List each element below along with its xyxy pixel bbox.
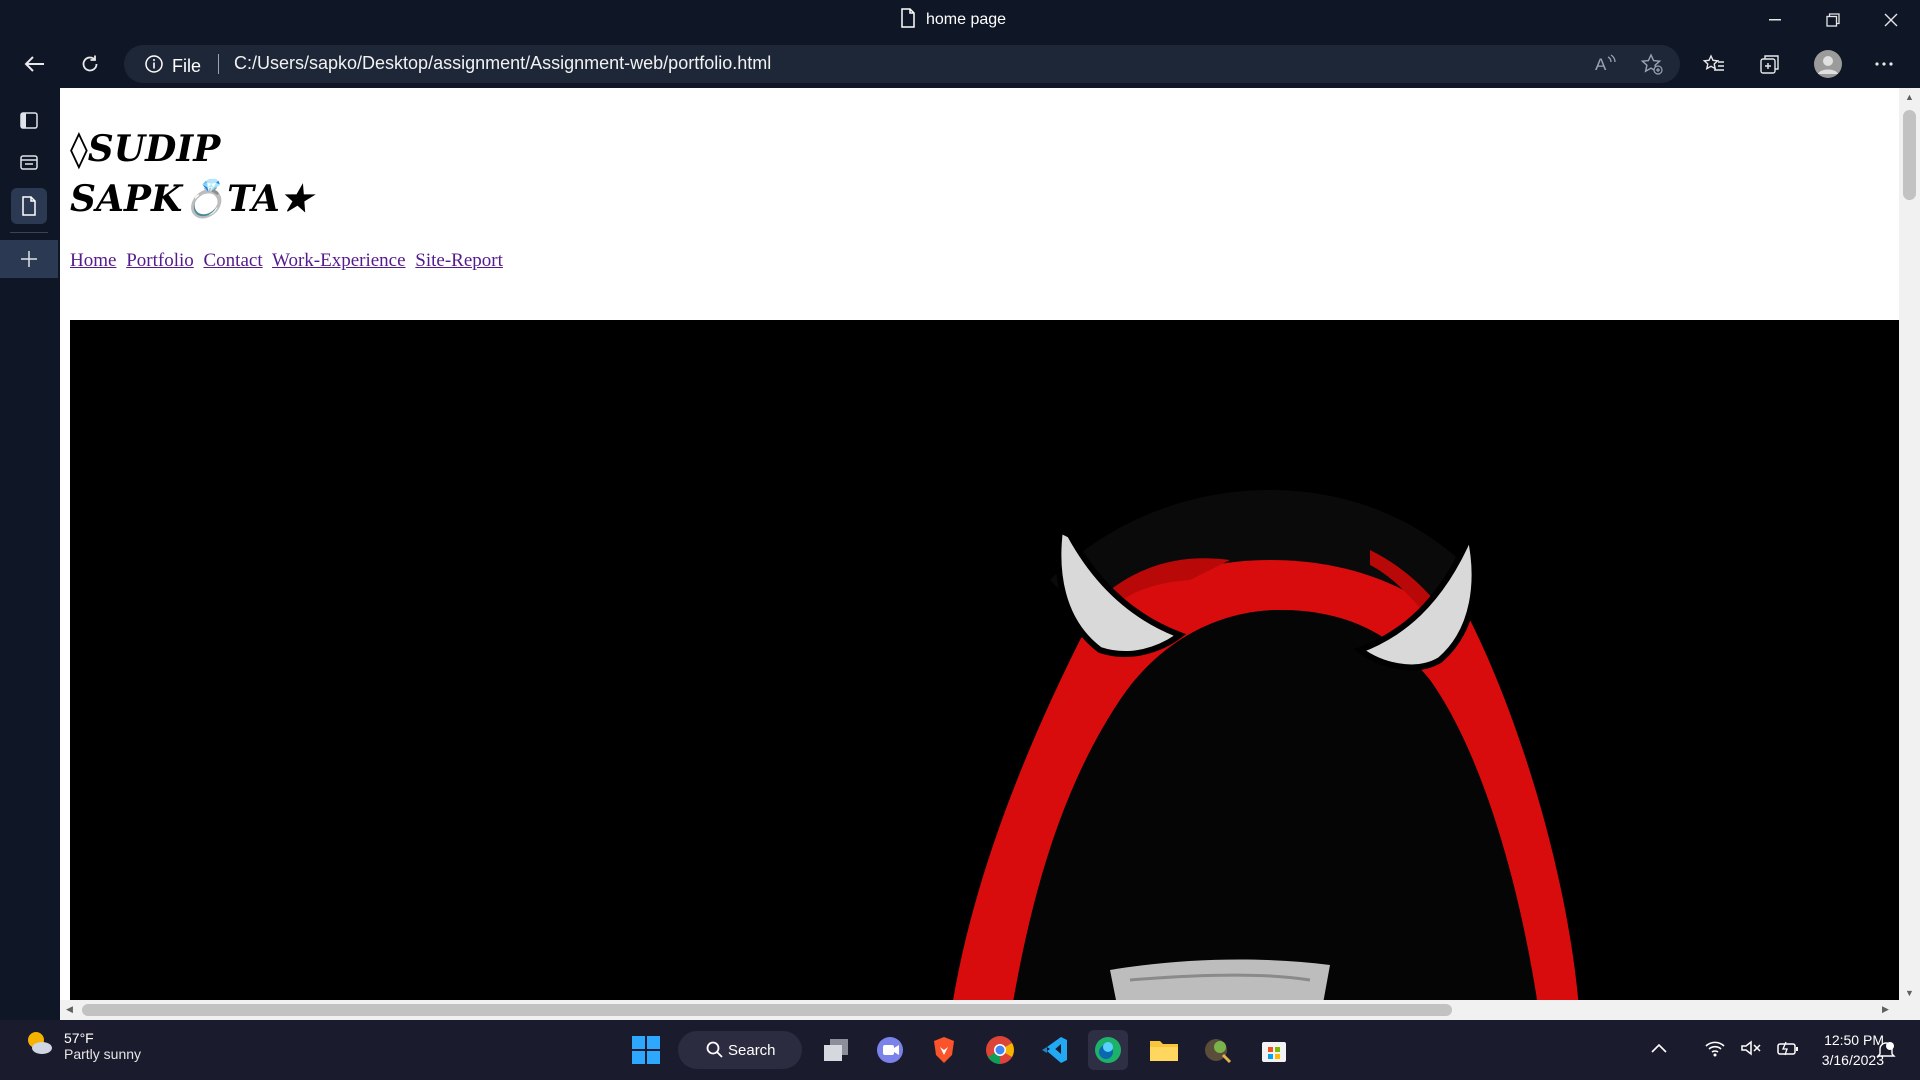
- system-clock[interactable]: 12:50 PM 3/16/2023: [1788, 1030, 1884, 1070]
- volume-muted-icon[interactable]: [1740, 1039, 1762, 1062]
- workspaces-icon[interactable]: [11, 144, 47, 180]
- weather-temperature: 57°F: [64, 1029, 94, 1046]
- protocol-label: File: [172, 56, 202, 76]
- address-bar[interactable]: File C:/Users/sapko/Desktop/assignment/A…: [124, 45, 1680, 83]
- collections-icon[interactable]: [1752, 48, 1788, 80]
- vertical-tab-home-page[interactable]: [11, 188, 47, 224]
- address-divider: [218, 54, 219, 74]
- brave-browser-icon[interactable]: [924, 1030, 964, 1070]
- taskbar: 57°F Partly sunny Search 12:50 PM 3/16/2…: [0, 1020, 1920, 1080]
- hero-image: [70, 320, 1900, 1020]
- search-icon: [706, 1041, 724, 1063]
- site-info-button[interactable]: File: [144, 54, 201, 79]
- scroll-down-arrow-icon[interactable]: ▼: [1905, 988, 1914, 998]
- edge-browser-icon[interactable]: [1088, 1030, 1128, 1070]
- scroll-right-arrow-icon[interactable]: ▶: [1882, 1004, 1889, 1015]
- vscode-icon[interactable]: [1034, 1030, 1074, 1070]
- vertical-scroll-thumb[interactable]: [1903, 110, 1916, 200]
- close-window-button[interactable]: [1868, 6, 1914, 34]
- notification-icon[interactable]: [1876, 1040, 1896, 1065]
- page-viewport: ◊SUDIP SAPK💍TA★ Home Portfolio Contact W…: [60, 88, 1920, 1020]
- taskbar-search[interactable]: Search: [678, 1031, 802, 1069]
- chrome-icon[interactable]: [980, 1030, 1020, 1070]
- profile-avatar[interactable]: [1810, 48, 1846, 80]
- refresh-button[interactable]: [72, 48, 108, 80]
- document-icon: [900, 7, 916, 33]
- nav-link-home[interactable]: Home: [70, 250, 116, 271]
- teams-chat-icon[interactable]: [870, 1030, 910, 1070]
- more-options-icon[interactable]: [1866, 48, 1902, 80]
- site-title: ◊SUDIP SAPK💍TA★: [70, 124, 370, 224]
- taskbar-search-label: Search: [728, 1041, 776, 1059]
- image-editor-icon[interactable]: [1198, 1030, 1238, 1070]
- add-favorite-icon[interactable]: [1640, 53, 1664, 80]
- site-title-line1: ◊SUDIP: [70, 128, 221, 170]
- read-aloud-icon[interactable]: A: [1594, 53, 1618, 80]
- browser-toolbar: File C:/Users/sapko/Desktop/assignment/A…: [0, 40, 1920, 88]
- start-button[interactable]: [626, 1030, 666, 1070]
- system-tray: [1650, 1030, 1800, 1070]
- minimize-button[interactable]: [1752, 6, 1798, 34]
- task-view-icon[interactable]: [816, 1030, 856, 1070]
- window-title-text: home page: [926, 11, 1007, 28]
- url-text[interactable]: C:/Users/sapko/Desktop/assignment/Assign…: [234, 53, 771, 74]
- nav-link-work-experience[interactable]: Work-Experience: [272, 250, 406, 271]
- tab-actions-icon[interactable]: [11, 102, 47, 138]
- window-title: home page: [900, 7, 1007, 33]
- microsoft-store-icon[interactable]: [1254, 1030, 1294, 1070]
- weather-widget[interactable]: 57°F Partly sunny: [24, 1028, 141, 1063]
- main-nav: Home Portfolio Contact Work-Experience S…: [70, 250, 508, 272]
- new-tab-button[interactable]: [0, 240, 58, 278]
- wifi-icon[interactable]: [1704, 1039, 1726, 1062]
- partly-sunny-icon: [24, 1028, 54, 1063]
- weather-description: Partly sunny: [64, 1045, 142, 1062]
- scroll-left-arrow-icon[interactable]: ◀: [66, 1004, 73, 1015]
- devil-hood-illustration: [950, 490, 1580, 1020]
- vertical-scrollbar[interactable]: ▲ ▼: [1899, 88, 1920, 1020]
- nav-link-contact[interactable]: Contact: [204, 250, 263, 271]
- scroll-up-arrow-icon[interactable]: ▲: [1905, 92, 1914, 102]
- nav-link-site-report[interactable]: Site-Report: [415, 250, 503, 271]
- svg-text:A: A: [1595, 55, 1607, 74]
- back-button[interactable]: [16, 48, 52, 80]
- restore-button[interactable]: [1810, 6, 1856, 34]
- nav-link-portfolio[interactable]: Portfolio: [126, 250, 194, 271]
- title-bar: home page: [0, 0, 1920, 40]
- info-icon: [144, 54, 164, 79]
- favorites-icon[interactable]: [1696, 48, 1732, 80]
- show-hidden-icons-chevron-icon[interactable]: [1650, 1041, 1668, 1059]
- clock-date: 3/16/2023: [1821, 1052, 1884, 1068]
- horizontal-scroll-thumb[interactable]: [82, 1004, 1452, 1016]
- vertical-tabs-sidebar: [0, 88, 58, 1020]
- horizontal-scrollbar[interactable]: ◀ ▶: [60, 1000, 1899, 1020]
- site-title-line2: SAPK💍TA★: [70, 178, 313, 220]
- file-explorer-icon[interactable]: [1144, 1030, 1184, 1070]
- clock-time: 12:50 PM: [1824, 1032, 1884, 1048]
- sidebar-divider: [10, 232, 48, 233]
